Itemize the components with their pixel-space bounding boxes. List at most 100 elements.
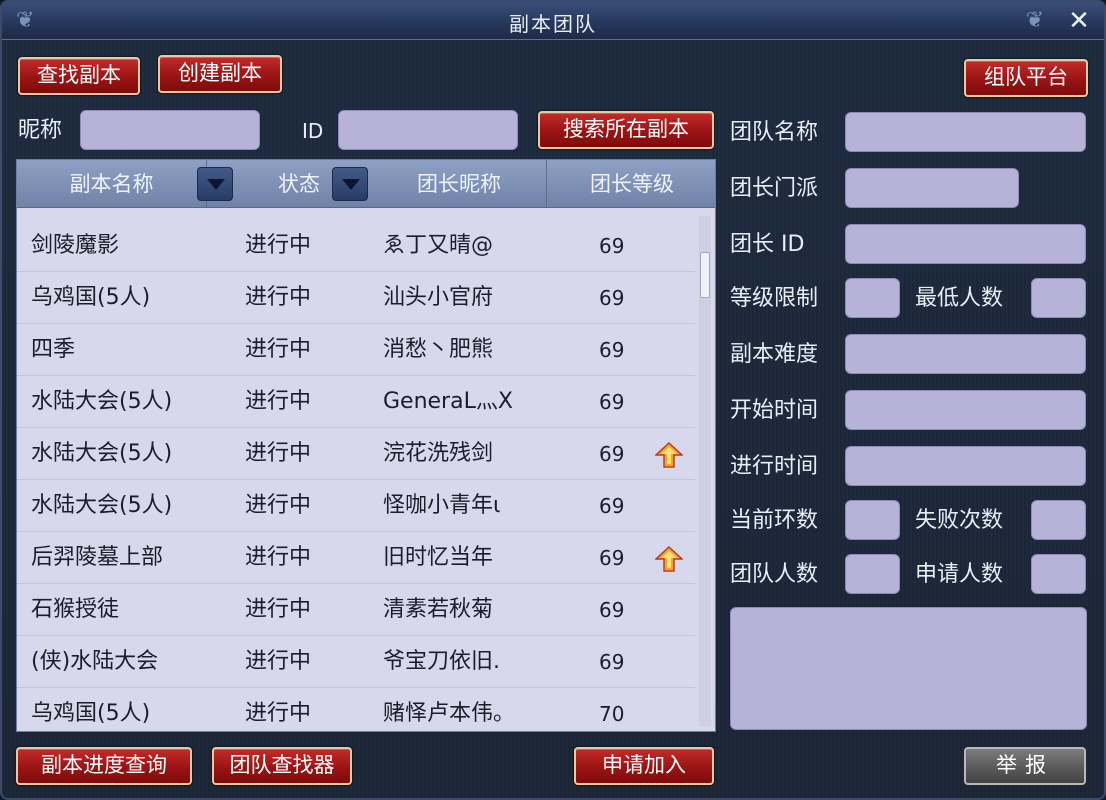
fail-count-label: 失败次数 — [915, 508, 1004, 533]
triangle-down-icon[interactable] — [197, 167, 233, 201]
table-row[interactable]: 水陆大会(5人) 进行中 怪咖小青年ι 69 — [17, 480, 695, 532]
state-cell: 进行中 — [245, 597, 312, 622]
leader-school-field — [845, 168, 1019, 208]
up-arrow-icon — [654, 545, 684, 572]
dungeon-name-cell: 水陆大会(5人) — [31, 493, 173, 518]
nickname-input[interactable] — [80, 110, 260, 150]
leader-level-cell: 69 — [599, 390, 625, 414]
state-cell: 进行中 — [245, 337, 312, 362]
leader-level-cell: 69 — [599, 286, 625, 310]
current-round-field — [845, 500, 900, 540]
state-cell: 进行中 — [245, 441, 312, 466]
leader-name-cell: 汕头小官府 — [383, 285, 494, 310]
dungeon-name-cell: 乌鸡国(5人) — [31, 285, 151, 310]
table-row[interactable]: 乌鸡国(5人) 进行中 汕头小官府 69 — [17, 272, 695, 324]
state-cell: 进行中 — [245, 233, 312, 258]
table-row[interactable]: 后羿陵墓上部 进行中 旧时忆当年 69 — [17, 532, 695, 584]
table-row[interactable]: 水陆大会(5人) 进行中 GeneraL灬X 69 — [17, 376, 695, 428]
table-row[interactable]: 剑陵魔影 进行中 ゑ丁又晴@ 69 — [17, 220, 695, 272]
team-size-field — [845, 554, 900, 594]
table-row[interactable]: 乌鸡国(5人) 进行中 赌怿卢本伟。 70 — [17, 688, 695, 731]
leader-name-cell: GeneraL灬X — [383, 389, 513, 414]
header-leader-level[interactable]: 团长等级 — [547, 160, 715, 208]
current-round-label: 当前环数 — [730, 508, 819, 533]
leader-name-cell: 浣花洗残剑 — [383, 441, 494, 466]
difficulty-field — [845, 334, 1086, 374]
team-window: ❦ 副本团队 ❦ ✕ 查找副本 创建副本 组队平台 昵称 ID 搜索所在副本 副… — [0, 0, 1106, 800]
elapsed-time-label: 进行时间 — [730, 454, 819, 479]
leader-level-cell: 69 — [599, 494, 625, 518]
id-input[interactable] — [338, 110, 518, 150]
applicants-label: 申请人数 — [915, 562, 1004, 587]
find-dungeon-button[interactable]: 查找副本 — [18, 57, 140, 95]
dungeon-name-cell: 四季 — [31, 337, 76, 362]
leader-name-cell: ゑ丁又晴@ — [383, 233, 494, 258]
nickname-label: 昵称 — [18, 118, 63, 143]
up-arrow-icon — [654, 441, 684, 468]
team-name-label: 团队名称 — [730, 120, 819, 145]
dungeon-name-cell: 水陆大会(5人) — [31, 389, 173, 414]
leader-level-cell: 69 — [599, 598, 625, 622]
header-dungeon-name[interactable]: 副本名称 — [17, 160, 207, 208]
table-body: 剑陵魔影 进行中 ゑ丁又晴@ 69 乌鸡国(5人) 进行中 汕头小官府 69 四季 进行中 消愁丶肥… — [17, 220, 695, 731]
leader-level-cell: 69 — [599, 234, 625, 258]
fail-count-field — [1031, 500, 1086, 540]
team-name-field — [845, 112, 1086, 152]
report-button[interactable]: 举报 — [964, 747, 1086, 785]
start-time-field — [845, 390, 1086, 430]
leader-level-cell: 69 — [599, 338, 625, 362]
level-limit-label: 等级限制 — [730, 286, 819, 311]
start-time-label: 开始时间 — [730, 398, 819, 423]
dungeon-name-cell: 石猴授徒 — [31, 597, 120, 622]
id-label: ID — [302, 119, 324, 143]
table-row[interactable]: 水陆大会(5人) 进行中 浣花洗残剑 69 — [17, 428, 695, 480]
dungeon-table: 副本名称 状态 团长昵称 团长等级 剑陵魔影 进行中 ゑ丁又晴@ 69 乌鸡国(5人) 进… — [16, 159, 716, 732]
table-row[interactable]: 四季 进行中 消愁丶肥熊 69 — [17, 324, 695, 376]
team-platform-button[interactable]: 组队平台 — [964, 59, 1088, 97]
description-box — [730, 607, 1087, 730]
state-cell: 进行中 — [245, 285, 312, 310]
scrollbar[interactable] — [699, 216, 711, 726]
leader-id-field — [845, 224, 1086, 264]
min-members-label: 最低人数 — [915, 286, 1004, 311]
scroll-thumb[interactable] — [700, 252, 710, 298]
search-dungeon-button[interactable]: 搜索所在副本 — [538, 111, 714, 149]
table-header: 副本名称 状态 团长昵称 团长等级 — [17, 160, 715, 208]
leader-name-cell: 赌怿卢本伟。 — [383, 701, 516, 726]
table-row[interactable]: 石猴授徒 进行中 清素若秋菊 69 — [17, 584, 695, 636]
leader-name-cell: 消愁丶肥熊 — [383, 337, 494, 362]
state-cell: 进行中 — [245, 389, 312, 414]
leader-level-cell: 70 — [599, 702, 625, 726]
state-cell: 进行中 — [245, 545, 312, 570]
close-icon[interactable]: ✕ — [1066, 8, 1092, 34]
swirl-ornament-icon: ❦ — [1025, 8, 1044, 33]
state-cell: 进行中 — [245, 493, 312, 518]
leader-level-cell: 69 — [599, 546, 625, 570]
leader-name-cell: 爷宝刀依旧. — [383, 649, 500, 674]
triangle-down-icon[interactable] — [332, 167, 368, 201]
team-size-label: 团队人数 — [730, 562, 819, 587]
dungeon-name-cell: (侠)水陆大会 — [31, 649, 159, 674]
dungeon-name-cell: 后羿陵墓上部 — [31, 545, 164, 570]
table-row[interactable]: (侠)水陆大会 进行中 爷宝刀依旧. 69 — [17, 636, 695, 688]
leader-level-cell: 69 — [599, 442, 625, 466]
window-title: 副本团队 — [509, 12, 597, 36]
team-finder-button[interactable]: 团队查找器 — [212, 747, 352, 785]
applicants-field — [1031, 554, 1086, 594]
dungeon-name-cell: 剑陵魔影 — [31, 233, 120, 258]
leader-school-label: 团长门派 — [730, 176, 819, 201]
leader-level-cell: 69 — [599, 650, 625, 674]
state-cell: 进行中 — [245, 649, 312, 674]
dungeon-name-cell: 乌鸡国(5人) — [31, 701, 151, 726]
leader-name-cell: 怪咖小青年ι — [383, 493, 501, 518]
leader-id-label: 团长 ID — [730, 232, 805, 257]
create-dungeon-button[interactable]: 创建副本 — [158, 55, 282, 93]
apply-join-button[interactable]: 申请加入 — [574, 747, 714, 785]
progress-query-button[interactable]: 副本进度查询 — [16, 747, 192, 785]
leader-name-cell: 旧时忆当年 — [383, 545, 494, 570]
elapsed-time-field — [845, 446, 1086, 486]
title-bar: ❦ 副本团队 ❦ ✕ — [2, 2, 1104, 40]
leader-name-cell: 清素若秋菊 — [383, 597, 494, 622]
header-leader-name[interactable]: 团长昵称 — [372, 160, 547, 208]
difficulty-label: 副本难度 — [730, 342, 819, 367]
